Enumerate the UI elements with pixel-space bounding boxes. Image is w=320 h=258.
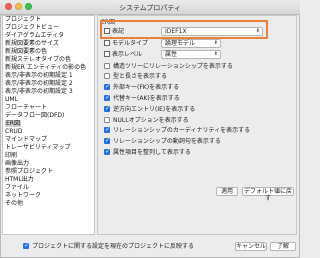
sidebar-item[interactable]: その他: [3, 200, 94, 208]
checkbox-checked[interactable]: [104, 104, 110, 113]
sidebar-item[interactable]: 印刷: [3, 152, 94, 160]
checkbox-row[interactable]: 逆方向エントリ(IE)を表示する: [104, 104, 195, 114]
model-type-value: 論理モデル: [165, 40, 196, 47]
sidebar-item[interactable]: ネットワーク: [3, 192, 94, 200]
checkbox-checked[interactable]: [104, 93, 110, 102]
title-bar: システムプロパティ: [0, 0, 300, 15]
display-level-label: 表示レベル: [112, 51, 143, 58]
sidebar-item[interactable]: 新規ステレオタイプの色: [3, 56, 94, 64]
model-type-icon: [104, 40, 110, 46]
display-level-icon: [104, 51, 110, 57]
checkbox-row[interactable]: リレーションシップのカーディナリティを表示する: [104, 125, 250, 135]
ok-button[interactable]: 了解: [270, 242, 296, 251]
checkbox[interactable]: [104, 73, 110, 79]
checkbox-row[interactable]: リレーションシップの動詞句を表示する: [104, 136, 221, 146]
display-level-row: 表示レベル: [104, 50, 142, 59]
sidebar-item[interactable]: データフロー図(DFD): [3, 112, 94, 120]
sidebar-item[interactable]: 新規図要素のサイズ: [3, 40, 94, 48]
display-level-value: 属性: [165, 51, 178, 58]
checkbox-checked[interactable]: [104, 125, 110, 134]
checkbox-row[interactable]: 外部キー(FK)を表示する: [104, 82, 179, 92]
sidebar-item[interactable]: 新規図要素の色: [3, 48, 94, 56]
checkbox-checked[interactable]: [23, 241, 29, 250]
sidebar-item[interactable]: 新規ER エンティティの影の色: [3, 64, 94, 72]
chevron-updown-icon: ⬍: [213, 51, 218, 57]
checkbox-row[interactable]: 型と長さを表示する: [104, 72, 167, 81]
sidebar-item[interactable]: ファイル: [3, 184, 94, 192]
checkbox-checked[interactable]: [104, 147, 110, 156]
reflect-option[interactable]: プロジェクトに関する設定を現在のプロジェクトに反映する: [23, 241, 195, 251]
system-properties-window: システムプロパティ プロジェクト プロジェクトビュー ダイアグラムエディタ 新規…: [0, 0, 300, 258]
model-type-select[interactable]: 論理モデル ⬍: [161, 39, 221, 48]
sidebar-item[interactable]: 画像出力: [3, 160, 94, 168]
sidebar-item[interactable]: 表示/非表示の初期設定 3: [3, 88, 94, 96]
er-settings-panel: ER図 表記 IDEF1X ⬍ モデルタイプ 論理モデル ⬍ 表示レベル 属性 …: [97, 15, 297, 235]
checkbox-row[interactable]: 属性項目を整列して表示する: [104, 147, 191, 157]
display-level-select[interactable]: 属性 ⬍: [161, 50, 221, 59]
category-list: プロジェクト プロジェクトビュー ダイアグラムエディタ 新規図要素のサイズ 新規…: [2, 15, 95, 235]
sidebar-item[interactable]: フローチャート: [3, 104, 94, 112]
notation-highlight-box: [100, 20, 268, 39]
sidebar-item[interactable]: 表示/非表示の初期設定 2: [3, 80, 94, 88]
sidebar-item[interactable]: CRUD: [3, 128, 94, 136]
cancel-button[interactable]: キャンセル: [235, 242, 267, 251]
reflect-label: プロジェクトに関する設定を現在のプロジェクトに反映する: [32, 243, 195, 250]
model-type-row: モデルタイプ: [104, 39, 148, 48]
checkbox-checked[interactable]: [104, 82, 110, 91]
sidebar-item[interactable]: UML: [3, 96, 94, 104]
sidebar-item[interactable]: HTML出力: [3, 176, 94, 184]
apply-button[interactable]: 適用: [216, 187, 238, 196]
sidebar-item[interactable]: トレーサビリティマップ: [3, 144, 94, 152]
sidebar-item-selected[interactable]: ER図: [3, 120, 94, 128]
checkbox-checked[interactable]: [104, 136, 110, 145]
sidebar-item[interactable]: プロジェクト: [3, 16, 94, 24]
checkbox[interactable]: [104, 117, 110, 123]
window-title: システムプロパティ: [119, 4, 181, 12]
sidebar-item[interactable]: マインドマップ: [3, 136, 94, 144]
checkbox-row[interactable]: 構造ツリーにリレーションシップを表示する: [104, 62, 233, 71]
dialog-footer: プロジェクトに関する設定を現在のプロジェクトに反映する キャンセル 了解: [0, 238, 300, 258]
sidebar-item[interactable]: 表示/非表示の初期設定 1: [3, 72, 94, 80]
sidebar-item[interactable]: ダイアグラムエディタ: [3, 32, 94, 40]
chevron-updown-icon: ⬍: [213, 40, 218, 46]
model-type-label: モデルタイプ: [112, 40, 149, 47]
checkbox[interactable]: [104, 63, 110, 69]
checkbox-row[interactable]: 代替キー(AK)を表示する: [104, 93, 180, 103]
sidebar-item[interactable]: プロジェクトビュー: [3, 24, 94, 32]
checkbox-row[interactable]: NULLオプションを表示する: [104, 116, 189, 125]
restore-defaults-button[interactable]: デフォルト値に戻す: [242, 187, 294, 202]
sidebar-item[interactable]: 参照プロジェクト: [3, 168, 94, 176]
